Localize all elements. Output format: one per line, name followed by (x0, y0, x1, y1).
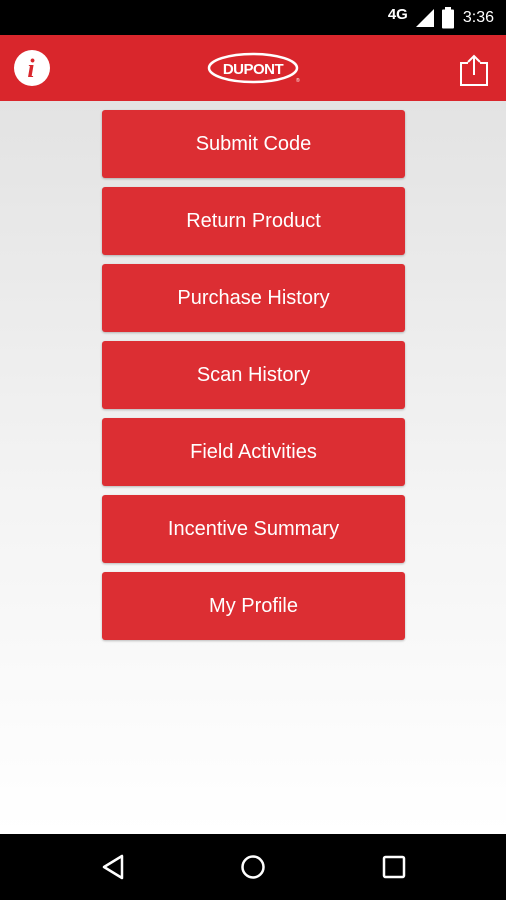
main-menu: Submit Code Return Product Purchase Hist… (102, 110, 405, 640)
upload-icon (460, 54, 488, 86)
network-type-label: 4G (387, 6, 408, 23)
back-button[interactable] (98, 851, 130, 883)
purchase-history-button[interactable]: Purchase History (102, 264, 405, 332)
status-bar: 4G 3:36 (0, 0, 506, 35)
info-button[interactable]: i (14, 50, 50, 86)
scan-history-button[interactable]: Scan History (102, 341, 405, 409)
logo-text: DUPONT (223, 61, 284, 78)
signal-icon (415, 8, 434, 27)
status-icons: 4G 3:36 (388, 0, 494, 35)
battery-icon (441, 6, 454, 28)
svg-text:®: ® (296, 77, 300, 84)
recent-apps-icon (382, 855, 406, 879)
dupont-logo: DUPONT ® (207, 52, 300, 84)
app-bar: i DUPONT ® (0, 35, 506, 101)
my-profile-button[interactable]: My Profile (102, 572, 405, 640)
back-icon (102, 854, 124, 880)
navigation-bar (0, 834, 506, 900)
clock: 3:36 (462, 8, 494, 26)
submit-code-button[interactable]: Submit Code (102, 110, 405, 178)
info-icon: i (27, 53, 35, 83)
recent-apps-button[interactable] (378, 851, 410, 883)
return-product-button[interactable]: Return Product (102, 187, 405, 255)
home-button[interactable] (237, 851, 269, 883)
share-button[interactable] (458, 53, 490, 87)
home-icon (241, 855, 265, 879)
field-activities-button[interactable]: Field Activities (102, 418, 405, 486)
main-content: Submit Code Return Product Purchase Hist… (0, 101, 506, 834)
incentive-summary-button[interactable]: Incentive Summary (102, 495, 405, 563)
